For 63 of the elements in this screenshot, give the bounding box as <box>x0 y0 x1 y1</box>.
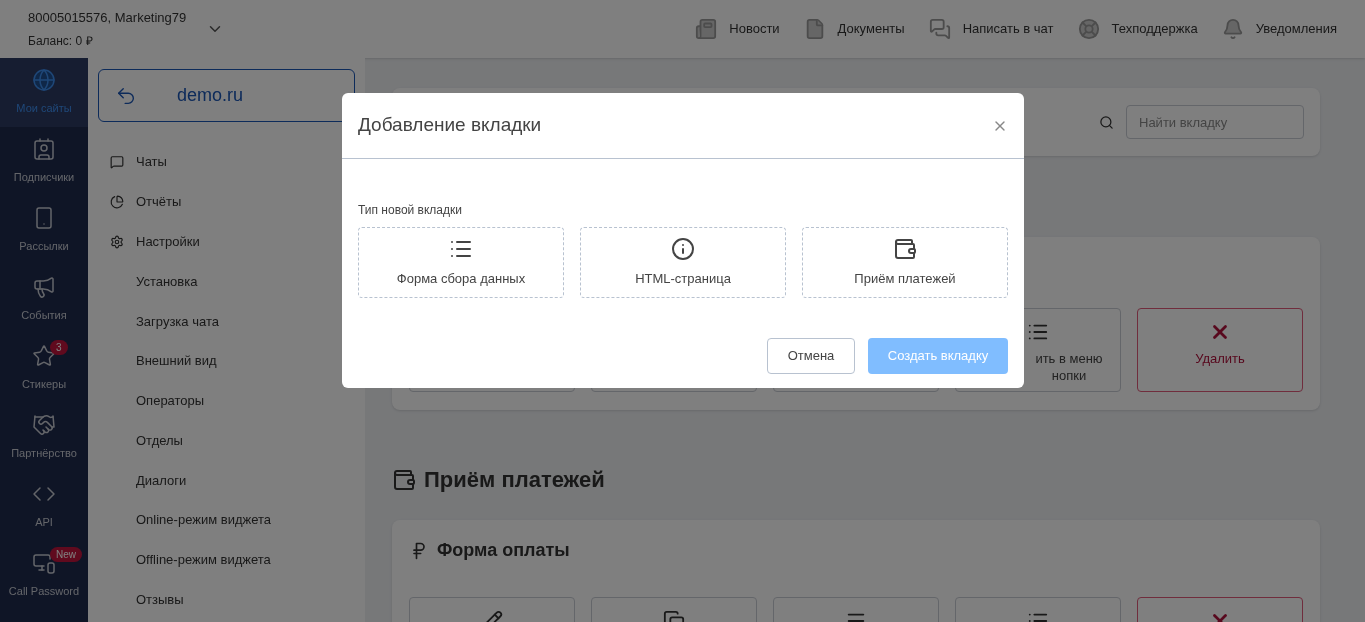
handshake-icon <box>32 413 56 438</box>
header-link[interactable]: Уведомления <box>1221 18 1337 40</box>
nav-subitem[interactable]: Отзывы <box>98 579 355 620</box>
sidebar-item[interactable]: Партнёрство <box>0 403 88 472</box>
sidebar-label: Call Password <box>8 584 80 600</box>
nav-item[interactable]: Отчёты <box>98 182 355 222</box>
wallet-icon <box>392 467 416 492</box>
news-icon <box>695 18 718 40</box>
sidebar-item[interactable]: API <box>0 472 88 541</box>
sidebar-item[interactable]: New Call Password <box>0 541 88 610</box>
sidebar-label: Партнёрство <box>11 446 77 462</box>
chat-icon <box>928 18 951 40</box>
modal-title: Добавление вкладки <box>358 113 542 138</box>
action-tile[interactable]: Удалить <box>1137 308 1303 392</box>
sidebar-item[interactable]: События <box>0 265 88 334</box>
header-link[interactable]: Документы <box>803 18 905 40</box>
globe-icon <box>32 68 56 93</box>
nav-subitem[interactable]: Отделы <box>98 420 355 461</box>
sidebar-item[interactable]: 3 Стикеры <box>0 334 88 403</box>
search-field[interactable]: Найти вкладку <box>1126 105 1304 139</box>
sidebar-label: Рассылки <box>19 239 69 255</box>
header-link[interactable]: Написать в чат <box>928 18 1054 40</box>
chats-icon <box>110 155 124 169</box>
nav-subitem[interactable]: Диалоги <box>98 460 355 501</box>
sidebar-label: API <box>35 515 53 531</box>
info-icon <box>671 236 695 261</box>
tab-type-option[interactable]: Приём платежей <box>802 227 1008 298</box>
balance-text: Баланс: 0 ₽ <box>28 32 94 50</box>
nav-subitem[interactable]: Операторы <box>98 381 355 421</box>
badge: New <box>50 547 82 562</box>
contact-icon <box>32 137 56 162</box>
tab-type-option[interactable]: HTML-страница <box>580 227 786 298</box>
sidebar-label: Подписчики <box>13 170 75 186</box>
tab-type-option[interactable]: Форма сбора данных <box>358 227 564 298</box>
megaphone-icon <box>32 275 56 300</box>
nav-subitem[interactable]: Online-режим виджета <box>98 500 355 540</box>
card-title: Форма оплаты <box>437 539 570 562</box>
account-name: 80005015576, Marketing79 <box>28 9 187 28</box>
nav-item[interactable]: Чаты <box>98 142 355 182</box>
header-link[interactable]: Новости <box>695 18 780 40</box>
nav-subitem[interactable]: Offline-режим виджета <box>98 539 355 580</box>
cancel-button[interactable]: Отмена <box>767 338 855 374</box>
settings-icon <box>110 235 124 249</box>
sidebar-label: Мои сайты <box>16 101 72 117</box>
header-link[interactable]: Техподдержка <box>1077 18 1198 40</box>
reports-icon <box>110 195 124 209</box>
sidebar-item[interactable]: Подписчики <box>0 127 88 196</box>
sidebar-label: События <box>21 308 67 324</box>
nav-item[interactable]: Настройки <box>98 222 355 262</box>
badge: 3 <box>50 340 68 355</box>
bell-icon <box>1221 18 1244 40</box>
tile-label: Удалить <box>1195 351 1245 366</box>
tile-label: ить в меню <box>1035 351 1103 366</box>
sidebar-item[interactable]: Рассылки <box>0 196 88 265</box>
search-icon <box>1099 114 1114 130</box>
section-heading: Приём платежей <box>424 466 605 494</box>
devices-icon <box>32 551 56 576</box>
field-label: Тип новой вкладки <box>358 203 462 217</box>
star-icon <box>32 344 56 369</box>
wallet-icon <box>893 236 917 261</box>
tile-label: нопки <box>1051 368 1087 383</box>
support-icon <box>1077 18 1100 40</box>
sidebar-label: Стикеры <box>21 377 67 393</box>
